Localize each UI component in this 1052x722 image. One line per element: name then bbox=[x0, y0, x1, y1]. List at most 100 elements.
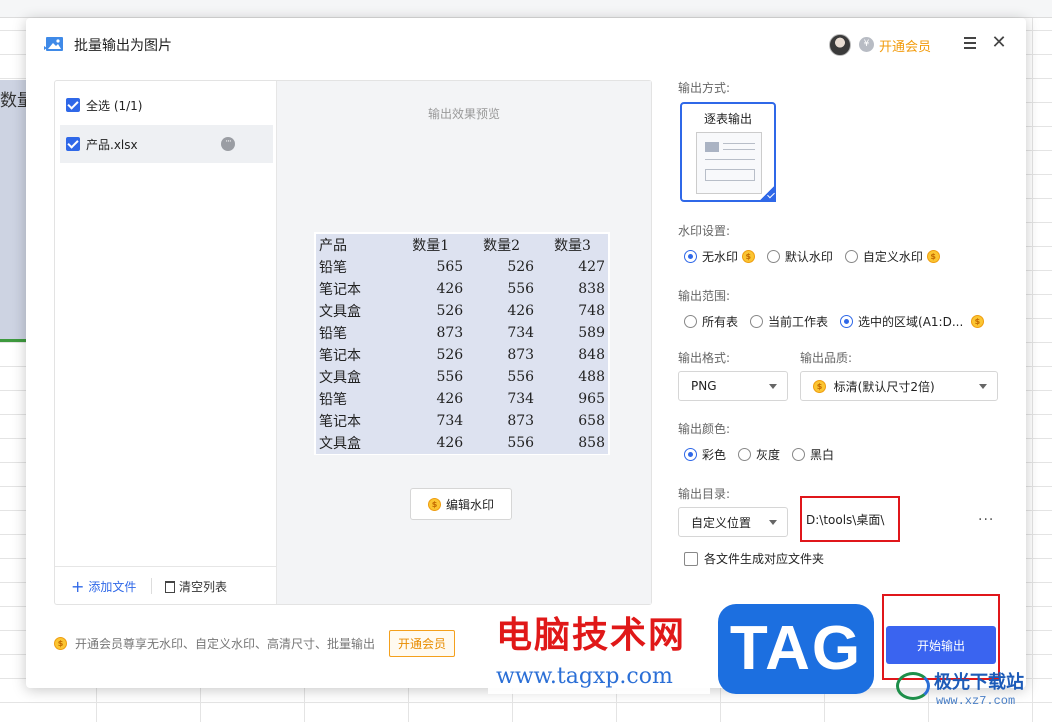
preview-row: 文具盒 526 426 748 bbox=[316, 300, 608, 322]
preview-cell: 文具盒 bbox=[319, 370, 361, 386]
format-select[interactable]: PNG bbox=[678, 371, 788, 401]
more-options-icon[interactable]: ··· bbox=[221, 137, 235, 151]
preview-cell: 556 bbox=[507, 369, 535, 385]
vip-promo-bar: $ 开通会员尊享无水印、自定义水印、高清尺寸、批量输出 开通会员 bbox=[54, 630, 456, 657]
add-file-label: 添加文件 bbox=[88, 580, 137, 594]
preview-row: 铅笔 426 734 965 bbox=[316, 388, 608, 410]
preview-row: 铅笔 873 734 589 bbox=[316, 322, 608, 344]
vip-coin-icon: $ bbox=[54, 637, 67, 650]
chevron-down-icon bbox=[769, 520, 777, 525]
preview-area: 输出效果预览 产品 数量1 数量2 数量3 铅笔 565 526 427 笔记本 426 556 83… bbox=[277, 81, 651, 604]
preview-cell: 426 bbox=[436, 435, 464, 451]
trash-icon bbox=[165, 580, 175, 593]
preview-cell: 556 bbox=[436, 369, 464, 385]
logo-name-watermark: 极光下载站 bbox=[934, 672, 1024, 693]
preview-cell: 873 bbox=[507, 413, 535, 429]
preview-cell: 铅笔 bbox=[319, 392, 347, 408]
watermark-options: 无水印 $ 默认水印 自定义水印 $ bbox=[684, 248, 952, 265]
color-option-gray[interactable]: 灰度 bbox=[738, 446, 780, 463]
format-value: PNG bbox=[691, 379, 717, 393]
clear-list-button[interactable]: 清空列表 bbox=[165, 578, 227, 595]
preview-cell: 589 bbox=[578, 325, 605, 341]
add-file-button[interactable]: + 添加文件 bbox=[71, 578, 136, 595]
preview-cell: 铅笔 bbox=[319, 260, 347, 276]
select-all-checkbox[interactable]: 全选 (1/1) bbox=[66, 96, 143, 114]
directory-select[interactable]: 自定义位置 bbox=[678, 507, 788, 537]
preview-header-row: 产品 数量1 数量2 数量3 bbox=[316, 234, 608, 256]
preview-cell: 526 bbox=[507, 259, 535, 275]
vip-coin-icon: $ bbox=[813, 379, 826, 393]
start-export-button[interactable]: 开始输出 bbox=[886, 626, 996, 664]
preview-cell: 965 bbox=[578, 391, 605, 407]
file-and-preview-panel: 全选 (1/1) 产品.xlsx ··· + 添加文件 清空列表 输出效果预览 … bbox=[54, 80, 652, 605]
preview-table: 产品 数量1 数量2 数量3 铅笔 565 526 427 笔记本 426 556 838 文具盒 526… bbox=[316, 234, 608, 454]
preview-cell: 858 bbox=[578, 435, 605, 451]
color-options: 彩色 灰度 黑白 bbox=[684, 446, 846, 463]
range-label: 输出范围: bbox=[678, 289, 731, 303]
preview-header-cell: 数量2 bbox=[483, 238, 521, 254]
range-option-all-sheets[interactable]: 所有表 bbox=[684, 313, 738, 330]
preview-row: 笔记本 734 873 658 bbox=[316, 410, 608, 432]
output-path-value: D:\tools\桌面\ bbox=[806, 512, 885, 527]
subfolder-label: 各文件生成对应文件夹 bbox=[704, 552, 825, 566]
vip-coin-icon: $ bbox=[970, 315, 984, 328]
preview-caption: 输出效果预览 bbox=[427, 107, 500, 121]
preview-row: 笔记本 526 873 848 bbox=[316, 344, 608, 366]
plus-icon: + bbox=[71, 576, 85, 596]
preview-cell: 873 bbox=[507, 347, 535, 363]
preview-cell: 556 bbox=[507, 435, 535, 451]
preview-cell: 426 bbox=[507, 303, 535, 319]
preview-cell: 426 bbox=[436, 281, 464, 297]
checkbox-checked-icon[interactable] bbox=[66, 137, 80, 151]
image-export-icon bbox=[44, 37, 63, 51]
color-label: 输出颜色: bbox=[678, 422, 731, 436]
output-mode-label: 输出方式: bbox=[678, 81, 731, 95]
tag-logo: TAG bbox=[718, 604, 874, 694]
site-name-watermark: 电脑技术网 bbox=[496, 615, 687, 656]
file-item[interactable]: 产品.xlsx ··· bbox=[60, 125, 273, 163]
range-options: 所有表 当前工作表 选中的区域(A1:D... $ bbox=[684, 313, 996, 330]
format-label: 输出格式: bbox=[678, 351, 731, 365]
preview-cell: 658 bbox=[578, 413, 605, 429]
preview-cell: 笔记本 bbox=[319, 414, 361, 430]
preview-row: 文具盒 556 556 488 bbox=[316, 366, 608, 388]
watermark-option-custom[interactable]: 自定义水印 $ bbox=[844, 248, 940, 265]
edit-watermark-label: 编辑水印 bbox=[445, 497, 494, 512]
checkbox-checked-icon bbox=[66, 98, 80, 112]
settings-panel: 输出方式: 逐表输出 水印设置: 无水印 $ 默认水印 自定义水印 $ 输出范围… bbox=[678, 18, 1008, 688]
watermark-label: 水印设置: bbox=[678, 224, 731, 238]
preview-cell: 734 bbox=[436, 413, 464, 429]
vip-coin-icon: $ bbox=[926, 250, 940, 263]
promo-vip-button[interactable]: 开通会员 bbox=[389, 630, 456, 657]
mode-card-per-sheet[interactable]: 逐表输出 bbox=[680, 102, 776, 202]
color-option-bw[interactable]: 黑白 bbox=[792, 446, 834, 463]
spreadsheet-selected-column bbox=[0, 80, 26, 342]
browse-more-icon[interactable]: ··· bbox=[978, 512, 994, 528]
edit-watermark-button[interactable]: $ 编辑水印 bbox=[410, 488, 512, 520]
directory-label: 输出目录: bbox=[678, 487, 731, 501]
preview-header-cell: 产品 bbox=[319, 238, 347, 254]
preview-cell: 文具盒 bbox=[319, 436, 361, 452]
batch-export-dialog: 批量输出为图片 ¥ 开通会员 ✕ 全选 (1/1) 产品.xlsx ··· + … bbox=[26, 18, 1026, 688]
range-option-current-sheet[interactable]: 当前工作表 bbox=[750, 313, 828, 330]
aurora-logo-icon bbox=[896, 672, 930, 700]
file-list-footer: + 添加文件 清空列表 bbox=[55, 566, 276, 604]
vip-coin-icon: $ bbox=[427, 497, 441, 511]
watermark-option-none[interactable]: 无水印 $ bbox=[684, 248, 755, 265]
subfolder-checkbox[interactable]: 各文件生成对应文件夹 bbox=[684, 550, 824, 567]
directory-select-value: 自定义位置 bbox=[691, 515, 752, 530]
color-option-color[interactable]: 彩色 bbox=[684, 446, 726, 463]
output-path-field[interactable]: D:\tools\桌面\ bbox=[800, 496, 900, 542]
preview-cell: 笔记本 bbox=[319, 348, 361, 364]
site-url-watermark: www.tagxp.com bbox=[488, 660, 710, 694]
preview-cell: 笔记本 bbox=[319, 282, 361, 298]
preview-cell: 426 bbox=[436, 391, 464, 407]
chevron-down-icon bbox=[979, 384, 987, 389]
range-option-selection[interactable]: 选中的区域(A1:D... $ bbox=[840, 313, 984, 330]
preview-cell: 526 bbox=[436, 347, 464, 363]
preview-cell: 873 bbox=[436, 325, 464, 341]
quality-select[interactable]: $ 标清(默认尺寸2倍) bbox=[800, 371, 998, 401]
watermark-option-default[interactable]: 默认水印 bbox=[766, 248, 833, 265]
dialog-title: 批量输出为图片 bbox=[74, 38, 172, 54]
preview-row: 笔记本 426 556 838 bbox=[316, 278, 608, 300]
